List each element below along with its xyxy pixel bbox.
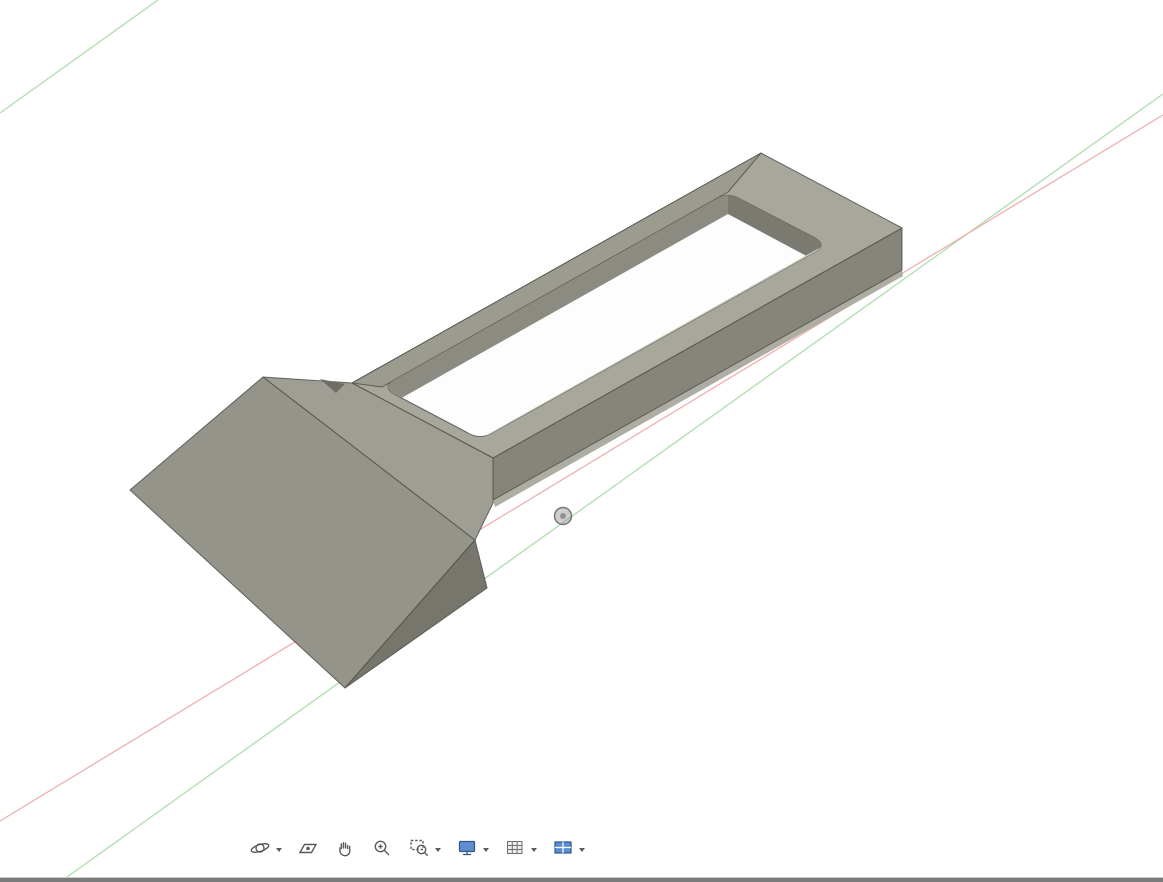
orbit-center-dot xyxy=(560,513,566,519)
window-zoom-group xyxy=(407,836,442,860)
chevron-down-icon xyxy=(579,847,585,852)
orbit-dropdown-button[interactable] xyxy=(275,843,283,854)
chevron-down-icon xyxy=(531,847,537,852)
orbit-icon xyxy=(250,843,270,853)
grid-and-snaps-dropdown-button[interactable] xyxy=(530,843,538,854)
orbit-center-marker xyxy=(553,506,573,526)
viewports-group xyxy=(551,836,586,860)
grid-and-snaps-button[interactable] xyxy=(503,836,527,860)
zoom-group xyxy=(370,836,394,860)
display-settings-dropdown-button[interactable] xyxy=(482,843,490,854)
display-settings-button[interactable] xyxy=(455,836,479,860)
viewport-canvas[interactable] xyxy=(0,0,1163,882)
model-body[interactable] xyxy=(129,152,903,689)
orbit-button[interactable] xyxy=(248,836,272,860)
window-zoom-icon xyxy=(410,839,428,856)
viewports-dropdown-button[interactable] xyxy=(578,843,586,854)
pan-hand-icon xyxy=(339,842,351,857)
look-at-button[interactable] xyxy=(296,836,320,860)
display-settings-monitor-icon xyxy=(458,840,476,856)
grid-icon xyxy=(507,841,523,854)
pan-button[interactable] xyxy=(333,836,357,860)
navigation-toolbar xyxy=(248,831,586,865)
look-at-icon xyxy=(298,843,318,854)
window-zoom-button[interactable] xyxy=(407,836,431,860)
look-at-group xyxy=(296,836,320,860)
display-settings-group xyxy=(455,836,490,860)
viewports-button[interactable] xyxy=(551,836,575,860)
grid-and-snaps-group xyxy=(503,836,538,860)
zoom-button[interactable] xyxy=(370,836,394,860)
window-bottom-edge xyxy=(0,877,1163,882)
chevron-down-icon xyxy=(483,847,489,852)
zoom-magnifier-icon xyxy=(374,840,390,856)
chevron-down-icon xyxy=(276,847,282,852)
viewports-icon xyxy=(554,841,572,854)
grid-line-green-corner xyxy=(0,0,159,114)
pan-group xyxy=(333,836,357,860)
orbit-group xyxy=(248,836,283,860)
window-zoom-dropdown-button[interactable] xyxy=(434,843,442,854)
chevron-down-icon xyxy=(435,847,441,852)
